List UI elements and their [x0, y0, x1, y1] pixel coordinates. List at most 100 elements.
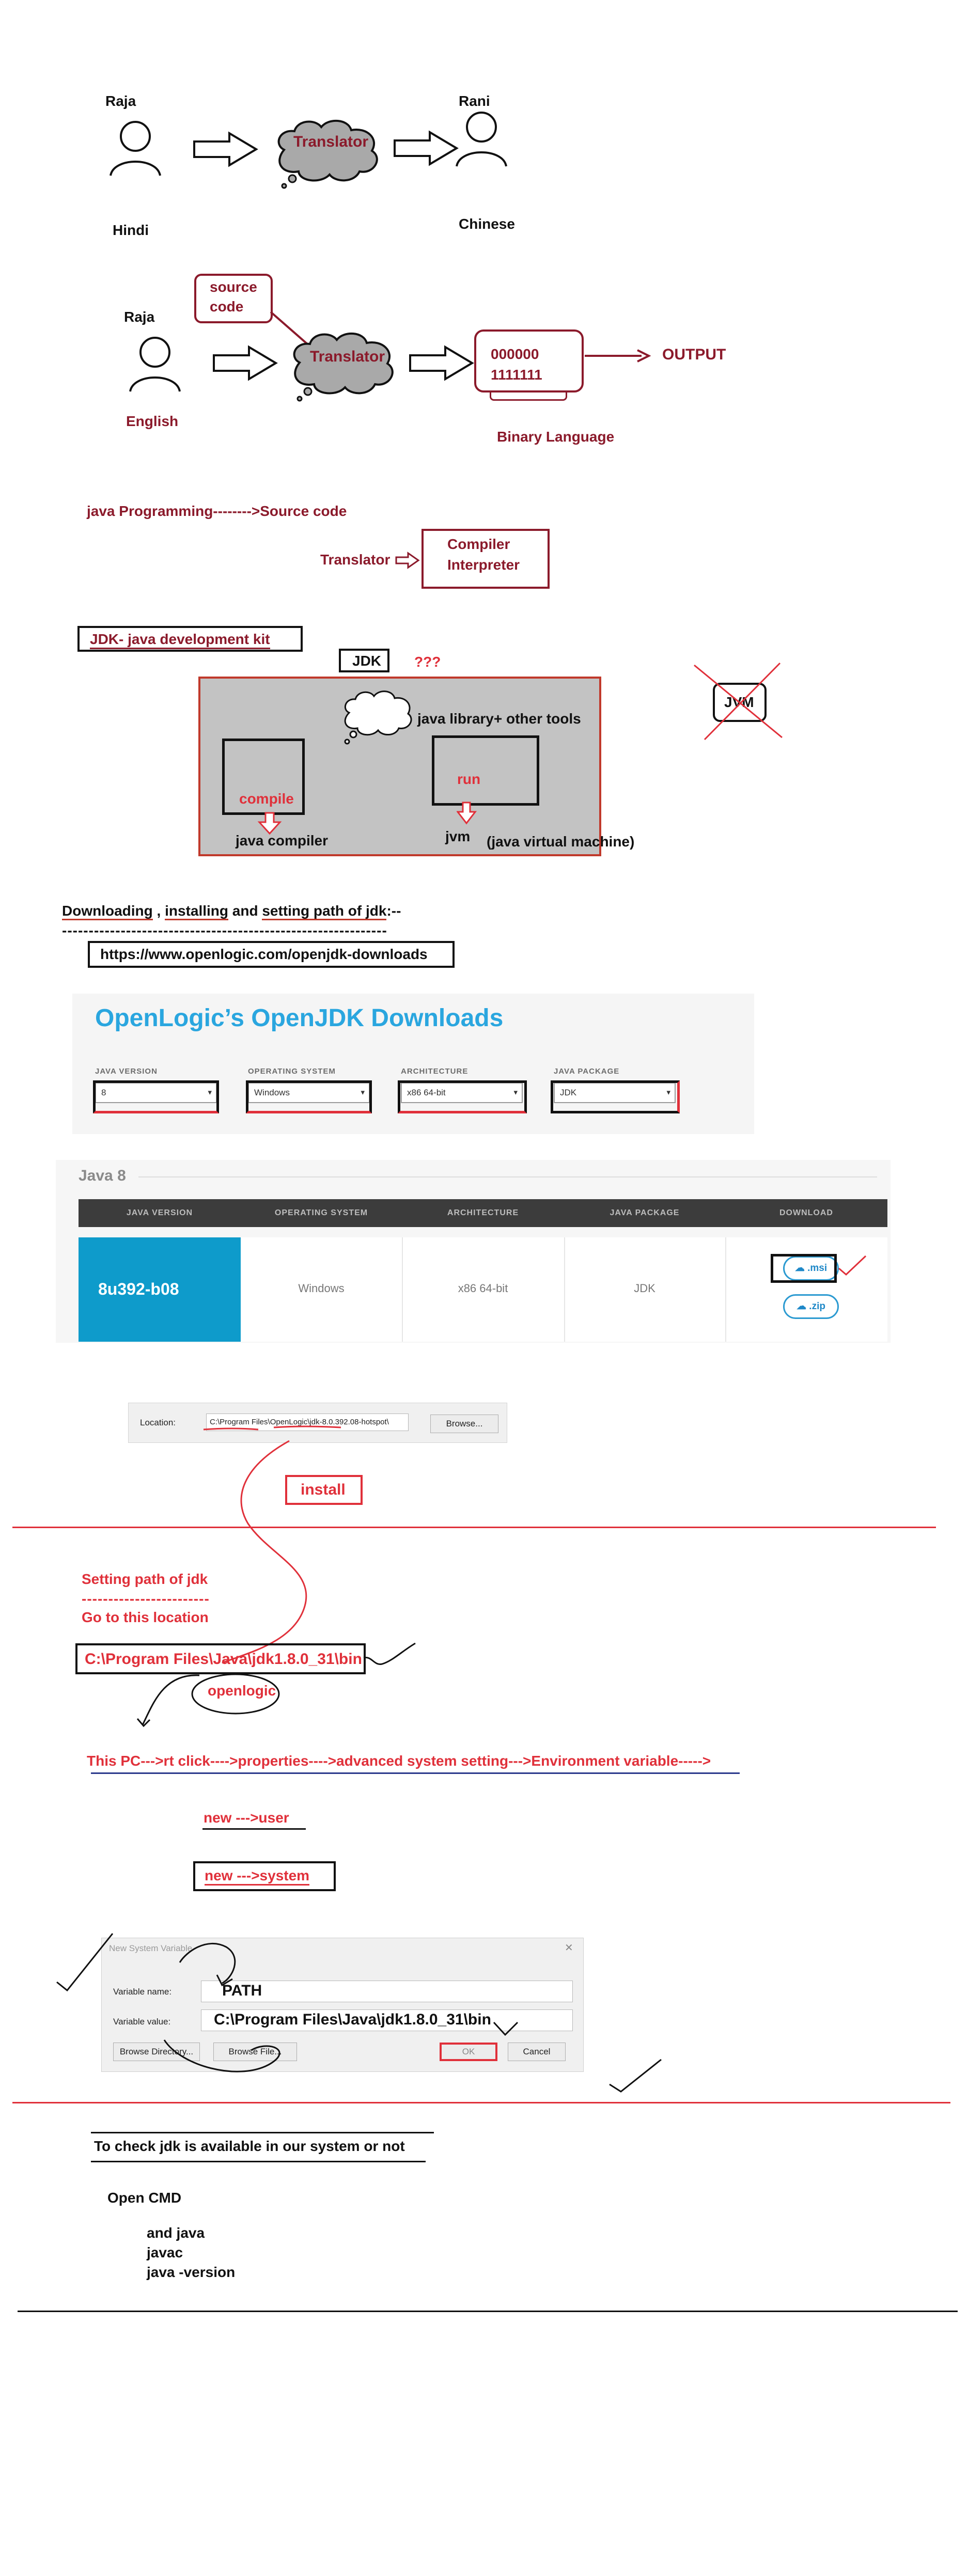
jvm-label: jvm [445, 828, 471, 844]
lang-right: Chinese [459, 216, 515, 232]
heading-downloading: Downloading [62, 903, 153, 920]
new-system-box: new --->system [193, 1861, 336, 1891]
underline [91, 2161, 426, 2162]
arrow-down-icon [457, 802, 477, 825]
annotation-box [93, 1080, 219, 1113]
checkmark-icon [838, 1255, 867, 1276]
source-code-line-1: source [210, 279, 257, 295]
java-compiler-label: java compiler [236, 833, 328, 849]
compiler-box: compile [222, 739, 305, 815]
cloud-download-icon: ☁ [797, 1301, 807, 1312]
cloud-icon [277, 120, 378, 189]
version-cell: 8u392-b08 [79, 1237, 241, 1342]
heading-sep-3: :-- [386, 903, 401, 919]
heading-sep-1: , [152, 903, 165, 919]
new-system-label: new --->system [205, 1867, 310, 1886]
person-name: Raja [124, 309, 155, 325]
compiler-interpreter-box: Compiler Interpreter [421, 529, 550, 589]
java-library-label: java library+ other tools [417, 711, 581, 727]
command-line: javac [147, 2244, 183, 2260]
jdk-label: JDK [352, 653, 382, 669]
cross-out-icon [694, 662, 783, 741]
annotation-box [246, 1080, 372, 1113]
person-left-name: Raja [105, 93, 136, 109]
arch-cell: x86 64-bit [458, 1282, 508, 1295]
this-pc-instructions: This PC--->rt click---->properties---->a… [87, 1753, 711, 1769]
output-label: OUTPUT [662, 346, 726, 363]
binary-line-1: 000000 [491, 346, 539, 362]
question-marks: ??? [414, 654, 441, 670]
handwritten-annotation [136, 1673, 280, 1727]
column-header: ARCHITECTURE [447, 1208, 519, 1217]
java8-heading: Java 8 [79, 1167, 126, 1184]
arrow-right-icon [193, 131, 258, 167]
check-heading: To check jdk is available in our system … [94, 2138, 405, 2154]
underline-annotation [91, 1772, 740, 1774]
zip-label: .zip [809, 1301, 825, 1312]
handwritten-annotations [56, 1933, 662, 2093]
underline-annotation [203, 1425, 341, 1431]
command-line: and java [147, 2225, 205, 2241]
jdk-full-box: JDK- java development kit [77, 626, 303, 652]
java-programming-line: java Programming-------->Source code [87, 503, 347, 519]
annotation-box [551, 1080, 680, 1113]
cloud-icon [344, 690, 412, 745]
annotation-box [771, 1254, 837, 1283]
jdk-box: JDK [339, 649, 389, 672]
setting-path-label: Setting path of jdk [82, 1571, 208, 1587]
heading-sep-2: and [228, 903, 262, 919]
lang-label: English [126, 413, 179, 429]
openlogic-title: OpenLogic’s OpenJDK Downloads [95, 1004, 504, 1032]
table-row: 8u392-b08 Windows x86 64-bit JDK ☁ .msi … [79, 1237, 887, 1342]
section-divider [12, 1527, 936, 1528]
translator-label: Translator [293, 133, 369, 150]
open-cmd-label: Open CMD [107, 2190, 182, 2206]
run-label: run [457, 771, 481, 787]
person-icon [456, 112, 507, 167]
jdk-full-label: JDK- java development kit [90, 631, 270, 649]
url-link[interactable]: https://www.openlogic.com/openjdk-downlo… [100, 946, 428, 963]
new-user-label: new --->user [204, 1810, 289, 1826]
os-cell: Windows [298, 1282, 345, 1295]
zip-download-button[interactable]: ☁ .zip [783, 1294, 839, 1319]
output-arrow-icon [585, 349, 651, 363]
source-code-line-2: code [210, 299, 244, 315]
arrow-right-icon [213, 345, 278, 381]
arrow-right-icon [395, 552, 420, 569]
binary-language-label: Binary Language [497, 429, 615, 445]
person-right-name: Rani [459, 93, 490, 109]
arrow-right-icon [394, 130, 459, 166]
location-label: Location: [140, 1418, 176, 1427]
annotation-box [398, 1080, 527, 1113]
column-header: OPERATING SYSTEM [274, 1208, 368, 1217]
heading-installing: installing [165, 903, 229, 920]
download-heading: Downloading , installing and setting pat… [62, 903, 401, 920]
jvm-box: run [432, 735, 539, 806]
command-line: java -version [147, 2264, 236, 2280]
person-icon [110, 121, 161, 176]
heading-setting-path: setting path of jdk [262, 903, 387, 920]
overline [91, 2132, 434, 2133]
binary-box: 000000 1111111 [474, 329, 584, 392]
filter-label-os: OPERATING SYSTEM [248, 1067, 336, 1076]
lang-left: Hindi [113, 222, 149, 238]
interpreter-label: Interpreter [447, 557, 520, 573]
filter-label-version: JAVA VERSION [95, 1067, 158, 1076]
translator-label: Translator [310, 348, 385, 365]
arrow-right-icon [409, 345, 474, 381]
browse-button[interactable]: Browse... [430, 1415, 498, 1433]
translator-label: Translator [320, 552, 391, 568]
column-header: JAVA PACKAGE [610, 1208, 680, 1217]
dash-line: ------------------------ [82, 1591, 210, 1607]
underline-annotation [202, 1828, 306, 1830]
dash-line: ----------------------------------------… [62, 922, 387, 938]
table-header: JAVA VERSION OPERATING SYSTEM ARCHITECTU… [79, 1199, 887, 1227]
compile-label: compile [239, 791, 294, 807]
binary-box-base [490, 391, 567, 401]
url-box[interactable]: https://www.openlogic.com/openjdk-downlo… [88, 941, 455, 968]
compiler-label: Compiler [447, 536, 510, 552]
package-cell: JDK [634, 1282, 655, 1295]
divider [138, 1176, 877, 1177]
section-divider [12, 2102, 950, 2103]
version-value: 8u392-b08 [98, 1280, 179, 1298]
